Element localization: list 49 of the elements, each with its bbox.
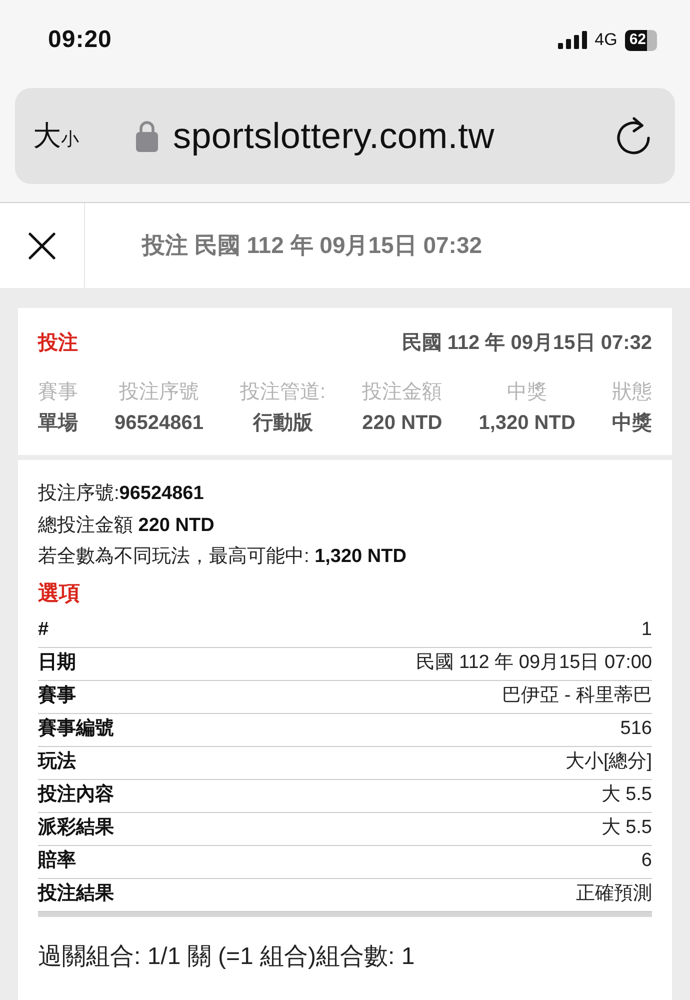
row-value: 大 5.5 xyxy=(601,816,652,840)
row-label: 投注內容 xyxy=(38,782,114,808)
row-label: 賽事 xyxy=(38,684,76,708)
row-label: # xyxy=(38,618,49,642)
column-header: 狀態 xyxy=(612,380,652,405)
row-value: 巴伊亞 - 科里蒂巴 xyxy=(502,684,652,708)
summary-value: 行動版 xyxy=(252,411,313,436)
column-header: 投注金額 xyxy=(362,380,442,405)
reload-button[interactable] xyxy=(615,116,653,156)
combination-summary: 過關組合: 1/1 關 (=1 組合)組合數: 1 xyxy=(38,942,416,972)
row-value: 民國 112 年 09月15日 07:00 xyxy=(416,651,652,676)
text-size-button[interactable]: 大小 xyxy=(33,122,79,150)
row-label: 投注結果 xyxy=(38,882,114,906)
row-label: 玩法 xyxy=(38,750,76,774)
summary-value: 220 NTD xyxy=(362,411,442,436)
url-text[interactable]: sportslottery.com.tw xyxy=(173,109,615,163)
signal-icon xyxy=(558,31,587,49)
close-icon xyxy=(28,232,56,260)
page-title: 投注 民國 112 年 09月15日 07:32 xyxy=(140,231,482,260)
row-value: 大 5.5 xyxy=(601,783,652,808)
row-label: 日期 xyxy=(38,651,76,676)
column-header: 投注管道: xyxy=(240,380,326,405)
row-label: 派彩結果 xyxy=(38,816,114,840)
status-time: 09:20 xyxy=(48,25,112,55)
summary-value: 96524861 xyxy=(114,411,204,436)
row-label: 賽事編號 xyxy=(38,716,114,742)
lock-icon xyxy=(136,120,158,152)
network-label: 4G xyxy=(594,29,618,52)
bet-timestamp: 民國 112 年 09月15日 07:32 xyxy=(402,331,652,356)
detail-line: 總投注金額 220 NTD xyxy=(38,514,216,538)
detail-line: 投注序號:96524861 xyxy=(38,482,205,506)
row-value: 正確預測 xyxy=(576,882,652,906)
section-heading: 投注 xyxy=(38,330,78,356)
column-header: 投注序號 xyxy=(119,380,200,405)
column-header: 賽事 xyxy=(38,380,78,405)
row-label: 賠率 xyxy=(38,848,76,874)
summary-value: 1,320 NTD xyxy=(478,411,576,436)
summary-value: 中獎 xyxy=(612,411,652,436)
row-value: 516 xyxy=(620,717,652,742)
detail-line: 若全數為不同玩法，最高可能中: 1,320 NTD xyxy=(38,545,408,569)
reload-icon xyxy=(615,116,653,156)
close-button[interactable] xyxy=(28,232,56,260)
column-header: 中獎 xyxy=(507,380,548,405)
row-value: 1 xyxy=(641,618,652,642)
row-value: 6 xyxy=(641,849,652,874)
row-value: 大小[總分] xyxy=(565,750,652,774)
battery-indicator: 62 xyxy=(625,30,657,50)
summary-value: 單場 xyxy=(38,411,78,436)
section-heading: 選項 xyxy=(38,580,81,606)
